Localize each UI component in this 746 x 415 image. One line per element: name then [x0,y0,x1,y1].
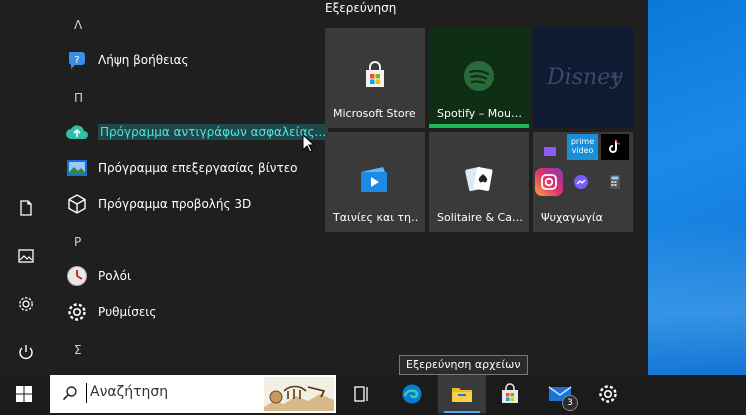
app-label: Ρολόι [98,269,132,283]
app-get-help[interactable]: ? Λήψη βοήθειας [62,43,352,77]
desktop-background [648,0,746,375]
task-view-icon [354,386,368,402]
cloud-upload-icon [64,119,90,145]
gear-icon [64,299,90,325]
pictures-icon[interactable] [14,244,38,268]
folder-app-icon [539,140,561,162]
app-3d-viewer[interactable]: Πρόγραμμα προβολής 3D [62,187,352,221]
help-icon: ? [64,47,90,73]
section-letter-pi[interactable]: Π [74,91,83,105]
store-taskbar-button[interactable] [486,375,534,413]
tile-disney-plus[interactable]: Disney + [533,28,633,128]
start-button[interactable] [0,375,48,413]
app-label: Ρυθμίσεις [98,305,157,319]
folder-icon [452,388,472,402]
tile-microsoft-store[interactable]: Microsoft Store [325,28,425,128]
app-label: Πρόγραμμα αντιγράφων ασφαλείας... [98,124,329,140]
tile-label: Ταινίες και τη… [333,211,419,224]
app-clock[interactable]: Ρολόι [62,259,352,293]
tile-progress-bar [429,124,529,128]
edge-button[interactable] [388,375,436,413]
tile-group-title[interactable]: Εξερεύνηση [325,1,396,15]
tooltip: Εξερεύνηση αρχείων [399,355,528,375]
app-settings[interactable]: Ρυθμίσεις [62,295,352,329]
task-view-button[interactable] [338,375,386,413]
app-label: Πρόγραμμα προβολής 3D [98,197,252,211]
spotify-icon [459,56,499,96]
app-list[interactable]: Λ ? Λήψη βοήθειας Π Πρόγραμμα αντιγράφων… [52,0,352,375]
mail-badge: 3 [562,395,578,411]
search-highlight-image [264,377,334,411]
section-letter-rho[interactable]: Ρ [74,235,81,249]
tile-label: Microsoft Store [333,107,416,120]
svg-text:?: ? [74,55,79,66]
start-menu: Λ ? Λήψη βοήθειας Π Πρόγραμμα αντιγράφων… [0,0,648,375]
disney-plus-icon: Disney + [543,56,623,96]
section-letter-lambda[interactable]: Λ [74,18,82,32]
messenger-icon [571,172,591,192]
taskbar: Αναζήτηση 3 [0,375,746,413]
tile-movies-tv[interactable]: Ταινίες και τη… [325,132,425,232]
tile-solitaire[interactable]: Solitaire & Ca… [429,132,529,232]
settings-rail-icon[interactable] [14,292,38,316]
tile-entertainment-folder[interactable]: prime video Ψυχαγωγία [533,132,633,232]
file-explorer-button[interactable] [438,375,486,413]
tile-label: Ψυχαγωγία [541,211,603,224]
cards-icon [459,160,499,200]
calculator-icon [605,172,625,192]
start-rail [0,0,52,375]
settings-taskbar-button[interactable] [584,375,632,413]
windows-logo-icon [16,386,32,402]
edge-icon [402,384,422,404]
svg-text:+: + [609,67,622,86]
app-label: Πρόγραμμα επεξεργασίας βίντεο [98,161,298,175]
video-editor-icon [64,155,90,181]
search-icon [62,385,78,405]
mail-button[interactable]: 3 [536,375,584,413]
cube-3d-icon [64,191,90,217]
prime-video-icon: prime video [567,134,598,160]
movies-tv-icon [355,160,395,200]
section-letter-sigma[interactable]: Σ [74,343,82,357]
store-icon [355,56,395,96]
gear-taskbar-icon [599,385,617,403]
tile-label: Spotify – Mou… [437,107,522,120]
search-input[interactable]: Αναζήτηση [90,384,168,400]
desktop-wallpaper-flare [648,220,746,375]
app-label: Λήψη βοήθειας [98,53,189,67]
instagram-icon [535,168,563,196]
search-box[interactable]: Αναζήτηση [50,375,336,413]
store-taskbar-icon [502,383,518,403]
tile-label: Solitaire & Ca… [437,211,523,224]
documents-icon[interactable] [14,196,38,220]
tile-spotify[interactable]: Spotify – Mou… [429,28,529,128]
prime-video-label: prime video [570,137,595,155]
clock-icon [64,263,90,289]
mouse-cursor-icon [302,133,316,158]
text-caret [86,383,87,403]
tiktok-icon [601,134,629,160]
power-icon[interactable] [14,340,38,364]
